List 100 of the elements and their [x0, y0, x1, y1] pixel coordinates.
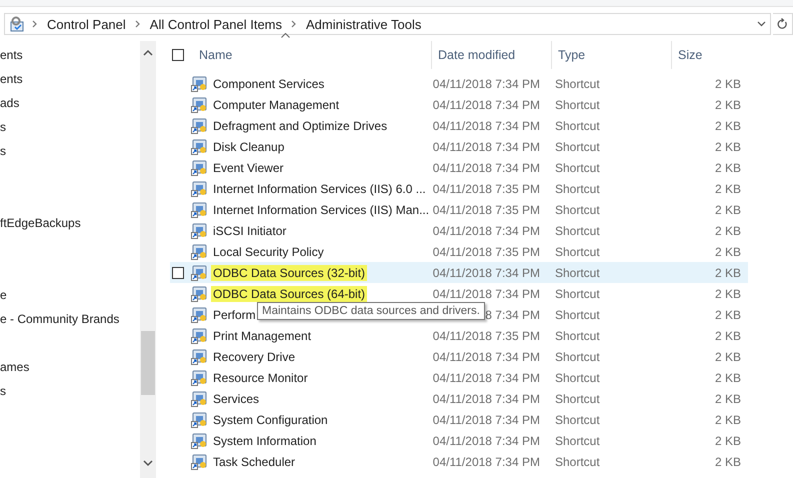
type-cell-text: Shortcut	[554, 76, 601, 90]
nav-item[interactable]: ents	[0, 71, 23, 87]
size-cell-text: 2 KB	[714, 308, 741, 322]
control-panel-icon	[9, 16, 25, 32]
date-cell: 04/11/2018 7:35 PM	[432, 244, 540, 258]
nav-item[interactable]: ents	[0, 47, 23, 63]
shortcut-icon	[191, 160, 207, 176]
shortcut-icon	[191, 264, 207, 280]
file-name: Print Management	[212, 328, 312, 344]
size-cell-text: 2 KB	[714, 98, 741, 112]
type-cell-text: Shortcut	[554, 350, 601, 364]
shortcut-icon	[191, 348, 207, 364]
nav-item[interactable]: ads	[0, 95, 20, 111]
size-cell-text: 2 KB	[714, 454, 741, 468]
nav-item[interactable]: s	[0, 383, 6, 399]
scrollbar[interactable]	[140, 41, 156, 478]
date-cell: 04/11/2018 7:35 PM	[432, 182, 540, 196]
type-cell-text: Shortcut	[554, 328, 601, 342]
size-cell-text: 2 KB	[714, 350, 741, 364]
row-checkbox[interactable]	[172, 266, 184, 278]
tooltip: Maintains ODBC data sources and drivers.	[257, 302, 485, 320]
dropdown-icon[interactable]	[757, 21, 766, 27]
file-name: Defragment and Optimize Drives	[212, 118, 388, 134]
hovered-row[interactable]: ODBC Data Sources (32-bit) 04/11/2018 7:34 PM Shortcut 2 KB	[170, 262, 748, 283]
shortcut-icon	[191, 202, 207, 218]
shortcut-icon	[191, 370, 207, 386]
size-cell-text: 2 KB	[714, 224, 741, 238]
file-name: ODBC Data Sources (32-bit)	[211, 264, 368, 280]
nav-item[interactable]: e	[0, 287, 7, 303]
type-cell-text: Shortcut	[554, 392, 601, 406]
sort-caret-icon	[281, 33, 290, 38]
file-name: Internet Information Services (IIS) Man...	[212, 202, 430, 218]
type-cell-text: Shortcut	[554, 98, 601, 112]
type-cell-text: Shortcut	[554, 160, 601, 174]
nav-item[interactable]: s	[0, 143, 6, 159]
chevron-icon	[32, 20, 38, 28]
size-cell-text: 2 KB	[714, 392, 741, 406]
file-name: Component Services	[212, 76, 326, 92]
size-cell-text: 2 KB	[714, 202, 741, 216]
file-name: Internet Information Services (IIS) 6.0 ...	[212, 180, 427, 196]
size-cell-text: 2 KB	[714, 370, 741, 384]
size-cell-text: 2 KB	[714, 286, 741, 300]
type-cell-text: Shortcut	[554, 224, 601, 238]
shortcut-icon	[191, 412, 207, 428]
column-header[interactable]: Size	[671, 41, 749, 69]
file-name: Event Viewer	[212, 160, 284, 176]
size-cell-text: 2 KB	[714, 328, 741, 342]
column-header[interactable]: Type	[551, 41, 671, 69]
scroll-up-icon[interactable]	[143, 49, 153, 56]
type-cell-text: Shortcut	[554, 244, 601, 258]
scroll-thumb[interactable]	[141, 331, 155, 395]
shortcut-icon	[191, 454, 207, 470]
file-name: Resource Monitor	[212, 370, 309, 386]
nav-item[interactable]: ftEdgeBackups	[0, 215, 81, 231]
refresh-button[interactable]	[773, 13, 793, 35]
type-cell-text: Shortcut	[554, 454, 601, 468]
column-header[interactable]: Name	[193, 41, 431, 69]
file-name: Computer Management	[212, 96, 340, 112]
address-bar[interactable]: Control Panel All Control Panel Items Administrative Tools	[4, 13, 771, 35]
nav-item[interactable]: ames	[0, 359, 30, 375]
size-cell-text: 2 KB	[714, 140, 741, 154]
file-name: Services	[212, 390, 260, 406]
date-cell: 04/11/2018 7:34 PM	[432, 160, 540, 174]
file-name: ODBC Data Sources (64-bit)	[211, 286, 368, 302]
type-cell-text: Shortcut	[554, 182, 601, 196]
chevron-icon	[291, 20, 298, 28]
shortcut-icon	[191, 328, 207, 344]
date-cell: 04/11/2018 7:34 PM	[432, 370, 540, 384]
date-cell: 04/11/2018 7:34 PM	[432, 266, 540, 280]
chevron-icon	[134, 20, 141, 28]
breadcrumb[interactable]: Control Panel	[41, 16, 132, 32]
shortcut-icon	[191, 76, 207, 92]
type-cell-text: Shortcut	[554, 118, 601, 132]
date-cell: 04/11/2018 7:34 PM	[432, 412, 540, 426]
date-cell: 04/11/2018 7:35 PM	[432, 202, 540, 216]
refresh-icon	[777, 18, 788, 30]
type-cell-text: Shortcut	[554, 308, 601, 322]
file-name: Local Security Policy	[212, 244, 325, 260]
file-name: Disk Cleanup	[212, 138, 286, 154]
shortcut-icon	[191, 432, 207, 448]
date-cell: 8 7:34 PM	[485, 308, 540, 322]
file-name: Perform	[212, 306, 257, 322]
column-header[interactable]: Date modified	[431, 41, 551, 69]
type-cell-text: Shortcut	[554, 370, 601, 384]
breadcrumb[interactable]: Administrative Tools	[300, 16, 428, 32]
shortcut-icon	[191, 306, 207, 322]
nav-item[interactable]: e - Community Brands	[0, 311, 120, 327]
scroll-down-icon[interactable]	[143, 460, 153, 467]
type-cell-text: Shortcut	[554, 412, 601, 426]
date-cell: 04/11/2018 7:34 PM	[432, 434, 540, 448]
date-cell: 04/11/2018 7:34 PM	[432, 140, 540, 154]
breadcrumb[interactable]: All Control Panel Items	[144, 16, 288, 32]
nav-item[interactable]: s	[0, 119, 6, 135]
file-name: Recovery Drive	[212, 348, 296, 364]
select-all-checkbox[interactable]	[172, 49, 184, 61]
date-cell: 04/11/2018 7:34 PM	[432, 454, 540, 468]
size-cell-text: 2 KB	[714, 266, 741, 280]
file-name: System Information	[212, 432, 318, 448]
date-cell: 04/11/2018 7:34 PM	[432, 350, 540, 364]
shortcut-icon	[191, 390, 207, 406]
